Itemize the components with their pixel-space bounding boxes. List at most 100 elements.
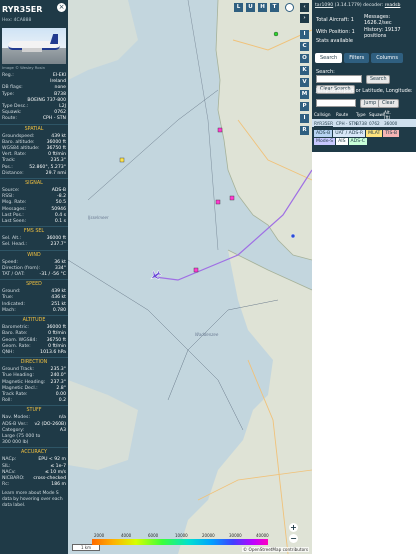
aircraft-photo[interactable]	[2, 28, 66, 64]
aircraft-detail-panel: RYR35ER × Hex: 4CA888 Image © Wesley Ros…	[0, 0, 68, 554]
detail-value: 186 m	[51, 482, 66, 488]
signal-list: Source: ADS-B RSSI: -8.2 Msg. Rate: 50.5 Messa…	[0, 188, 68, 225]
altitude-tick-label: 40000	[256, 533, 269, 538]
fms-list: Sel. Alt.: 36000 ft Sel. Head.: 237.7°	[0, 236, 68, 248]
map-toggle-i-7[interactable]: I	[300, 114, 309, 123]
altitude-list: Barometric: 36000 ft Baro. Rate: 0 ft/min Ge…	[0, 325, 68, 356]
map-toggle-m-5[interactable]: M	[300, 90, 309, 99]
nav-right-button[interactable]: ›	[300, 14, 309, 23]
tab-filters[interactable]: Filters	[344, 53, 370, 63]
decoder-link[interactable]: readsb	[385, 3, 401, 8]
map-toggle-p-6[interactable]: P	[300, 102, 309, 111]
detail-value: 237.7°	[50, 242, 66, 248]
detail-label: QNH:	[2, 349, 15, 355]
map-button-t[interactable]: T	[270, 3, 279, 12]
stuff-list: Nav. Modes: n/a ADS-B Ver.: v2 (DO-260B) Cat…	[0, 415, 68, 446]
table-cell: 0762	[369, 120, 380, 126]
sea-label: Waddenzee	[195, 332, 219, 337]
stats-link[interactable]: Stats available	[316, 38, 353, 44]
detail-row: Mach: 0.780	[0, 308, 68, 314]
detail-row: Distance: 29.7 nmi	[0, 171, 68, 177]
map-button-l[interactable]: L	[234, 3, 243, 12]
detail-value: CPH - STN	[42, 116, 66, 122]
section-direction: DIRECTION	[0, 357, 68, 367]
history-count: History: 19137 positions	[364, 27, 401, 39]
detail-row: QNH: 1013.6 hPa	[0, 350, 68, 356]
table-row[interactable]: RYR35ER CPH - STN B738 0762 36000	[312, 119, 416, 127]
altitude-tick-label: 4000	[121, 533, 132, 538]
section-spatial: SPATIAL	[0, 123, 68, 134]
panel-tabs: Search Filters Columns	[315, 53, 405, 63]
table-header: Callsign Route Type Squawk Alt. (ft)	[312, 110, 416, 120]
search-button[interactable]: Search	[366, 75, 391, 84]
callsign: RYR35ER	[2, 4, 43, 14]
table-cell: B738	[356, 120, 367, 126]
detail-label: Mach:	[2, 307, 16, 313]
accuracy-list: NACp: EPU < 92 m SIL: ≤ 1e-7 NACv: ≤ 10 m/s NI…	[0, 457, 68, 488]
source-badge: ADS-B	[314, 130, 333, 137]
detail-label: Distance:	[2, 170, 24, 176]
section-speed: SPEED	[0, 279, 68, 289]
marker-blue	[290, 233, 296, 239]
altitude-tick-label: 6000	[148, 533, 159, 538]
map-button-u[interactable]: U	[246, 3, 255, 12]
close-icon[interactable]: ×	[57, 3, 66, 12]
marker-magenta-3	[193, 267, 199, 273]
altitude-tick-label: 10000	[175, 533, 188, 538]
search-input[interactable]	[316, 75, 362, 83]
source-legend: ADS-B UAT / ADS-R MLAT TIS-B Mode-S AIS ADS-C	[314, 130, 414, 145]
settings-icon[interactable]	[285, 3, 294, 12]
detail-row: Sel. Head.: 237.7°	[0, 242, 68, 248]
scale-bar: 1 km	[72, 544, 100, 551]
source-badge: MLAT	[366, 130, 383, 137]
footer-note: Learn more about Mode S data by hovering…	[2, 491, 63, 509]
detail-value: 1013.6 hPa	[40, 349, 66, 355]
nav-left-button[interactable]: ‹	[300, 3, 309, 12]
zoom-out-button[interactable]: −	[289, 534, 298, 543]
detail-label: 300 000 lb)	[2, 440, 29, 446]
table-cell: 36000	[384, 120, 398, 126]
jump-input[interactable]	[316, 99, 356, 107]
tab-search[interactable]: Search	[315, 53, 343, 63]
map-toggle-c-1[interactable]: C	[300, 42, 309, 51]
column-header[interactable]: Callsign	[312, 112, 334, 117]
detail-label: Last Seen:	[2, 219, 27, 225]
direction-list: Ground Track: 235.3° True Heading: 240.0° Ma…	[0, 367, 68, 404]
app-name[interactable]: tar1090	[315, 3, 333, 8]
clear-button[interactable]: Clear	[378, 99, 399, 108]
detail-label: Reg.:	[2, 73, 14, 78]
tab-columns[interactable]: Columns	[371, 53, 403, 63]
column-header[interactable]: Squawk	[367, 112, 385, 117]
column-header[interactable]: Type	[354, 112, 367, 117]
version-text: (3.14.1779) decoder:	[334, 3, 384, 8]
spatial-list: Groundspeed: 439 kt Baro. altitude: 36000 f…	[0, 134, 68, 177]
table-cell: CPH - STN	[336, 120, 358, 126]
section-signal: SIGNAL	[0, 178, 68, 188]
section-altitude: ALTITUDE	[0, 315, 68, 325]
map-view[interactable]: IJsselmeer Waddenzee LUHT ‹ › ICOKVMPIR …	[68, 0, 312, 554]
aircraft-table: Callsign Route Type Squawk Alt. (ft) RYR35ER…	[312, 110, 416, 127]
marker-yellow	[119, 157, 125, 163]
map-attribution[interactable]: © OpenStreetMap contributors	[242, 547, 310, 552]
detail-label: Type:	[2, 91, 15, 97]
zoom-in-button[interactable]: +	[289, 523, 298, 532]
detail-value: 0.1 s	[54, 219, 66, 225]
table-cell[interactable]: RYR35ER	[312, 121, 334, 126]
map-toggle-v-4[interactable]: V	[300, 78, 309, 87]
marker-magenta-2	[229, 195, 235, 201]
map-toggle-o-2[interactable]: O	[300, 54, 309, 63]
marker-green	[273, 31, 279, 37]
wind-list: Speed: 36 kt Direction (from): 334° TAT / OA…	[0, 260, 68, 279]
map-button-h[interactable]: H	[258, 3, 267, 12]
map-toggle-k-3[interactable]: K	[300, 66, 309, 75]
map-toggle-i-0[interactable]: I	[300, 30, 309, 39]
source-badge: TIS-B	[383, 130, 400, 137]
column-header[interactable]: Route	[334, 112, 354, 117]
detail-row: Last Seen: 0.1 s	[0, 219, 68, 225]
map-toggle-r-8[interactable]: R	[300, 126, 309, 135]
total-aircraft: Total Aircraft: 1	[316, 17, 354, 23]
section-fms: FMS SEL	[0, 226, 68, 236]
detail-row: Route: CPH - STN	[0, 116, 68, 122]
altitude-legend[interactable]	[92, 539, 268, 545]
column-header[interactable]: Alt. (ft)	[382, 110, 400, 120]
